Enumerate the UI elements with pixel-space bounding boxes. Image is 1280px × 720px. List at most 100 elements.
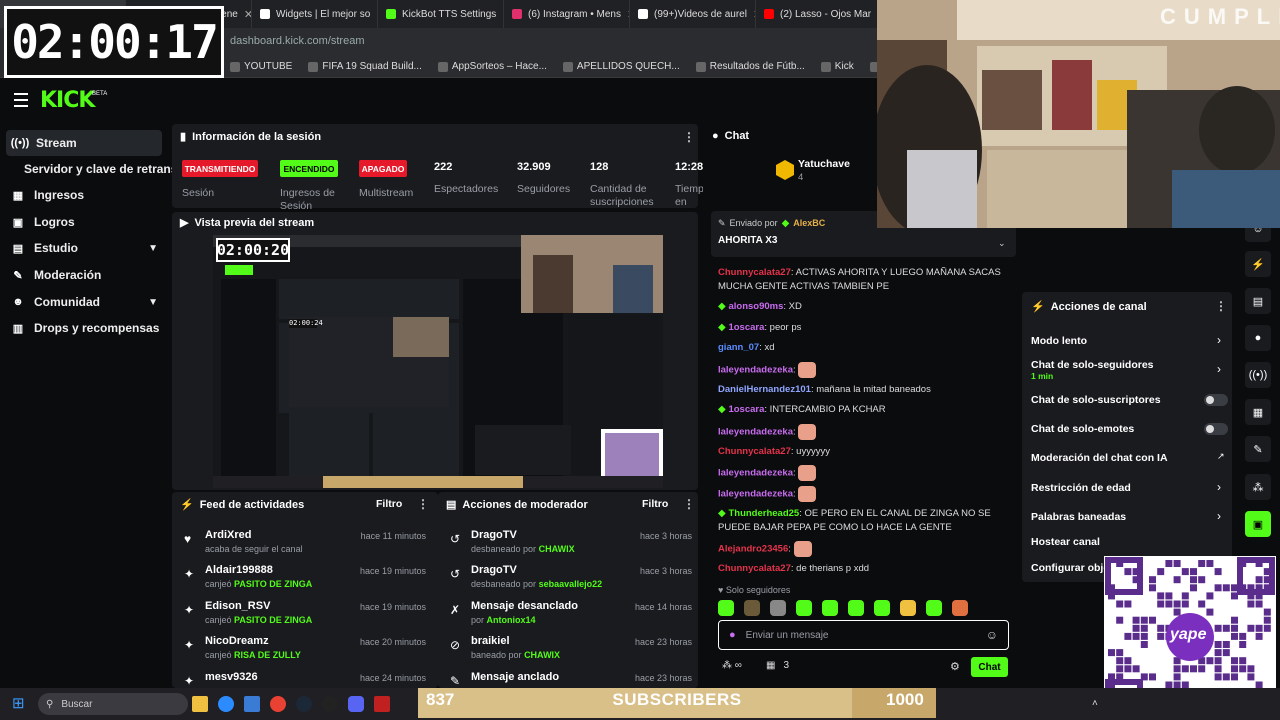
emote-icon[interactable] [718, 600, 734, 616]
channel-action-subs-only[interactable]: Chat de solo-suscriptores [1031, 394, 1227, 406]
chat-input[interactable]: ● Enviar un mensaje ☺ [718, 620, 1009, 650]
bolt-icon[interactable]: ⚡ [1245, 251, 1271, 277]
feed-user[interactable]: Aldair199888 [205, 564, 273, 576]
multistream-badge[interactable]: APAGADO [359, 160, 407, 177]
chat-message[interactable]: giann_07: xd [718, 341, 1008, 355]
chat-username[interactable]: DanielHernandez101 [718, 384, 811, 395]
taskbar-search[interactable]: ⚲ Buscar [38, 693, 188, 715]
mod-target[interactable]: braikiel [471, 635, 510, 647]
channel-action-host[interactable]: Hostear canal [1031, 536, 1227, 548]
channel-action-goals[interactable]: Configurar objet [1031, 562, 1106, 574]
app-icon[interactable]: ▣ [1245, 511, 1271, 537]
emote-icon[interactable] [900, 600, 916, 616]
gear-icon[interactable]: ⚙ [950, 660, 960, 673]
sidebar-item-ingresos[interactable]: ▦ Ingresos [0, 182, 172, 208]
emote-icon[interactable] [796, 600, 812, 616]
points-icon[interactable]: ⁂ ∞ [722, 660, 742, 671]
channel-action-ai-moderation[interactable]: Moderación del chat con IA [1031, 452, 1227, 464]
browser-tab[interactable]: (99+)Videos de aurel✕ [630, 0, 756, 28]
external-link-icon[interactable]: ↗ [1217, 451, 1225, 462]
chat-username[interactable]: Chunnycalata27 [718, 446, 791, 457]
chevron-right-icon[interactable]: › [1217, 333, 1221, 347]
feed-user[interactable]: NicoDreamz [205, 635, 269, 647]
stream-preview-video[interactable]: 02:00:20 02:00:24 [213, 235, 663, 488]
emotes-only-toggle[interactable] [1204, 423, 1228, 435]
chevron-right-icon[interactable]: › [1217, 480, 1221, 494]
chat-message[interactable]: ◆ 1oscara: INTERCAMBIO PA KCHAR [718, 403, 1008, 417]
top-gifter-name[interactable]: Yatuchave [798, 158, 850, 170]
chat-bubble-icon[interactable]: ● [1245, 325, 1271, 351]
bookmark-item[interactable]: APELLIDOS QUECH... [562, 61, 680, 72]
mod-target[interactable]: Mensaje anclado [471, 671, 559, 683]
chat-message[interactable]: ◆ Thunderhead25: OE PERO EN EL CANAL DE … [718, 507, 1008, 535]
steam-icon[interactable] [296, 696, 312, 712]
chat-username[interactable]: Alejandro23456 [718, 544, 788, 555]
chat-message[interactable]: ◆ 1oscara: peor ps [718, 321, 1008, 335]
more-options-icon[interactable]: ⋮ [417, 497, 429, 511]
chrome-icon[interactable] [270, 696, 286, 712]
browser-tab[interactable]: (2) Lasso - Ojos Mar✕ [756, 0, 882, 28]
chat-message[interactable]: laleyendadezeka: [718, 465, 1008, 481]
chat-message[interactable]: Chunnycalata27: uyyyyyy [718, 445, 1008, 459]
chat-username[interactable]: 1oscara [728, 404, 764, 415]
bookmark-item[interactable]: Kick [820, 61, 854, 72]
hamburger-menu-icon[interactable] [14, 93, 28, 107]
sidebar-item-stream[interactable]: ((•)) Stream [6, 130, 162, 156]
browser-tab[interactable]: KickBot TTS Settings✕ [378, 0, 504, 28]
emote-icon[interactable] [770, 600, 786, 616]
channel-action-followers-only[interactable]: Chat de solo-seguidores [1031, 359, 1227, 371]
sidebar-item-logros[interactable]: ▣ Logros [0, 209, 172, 235]
community-icon[interactable]: ⁂ [1245, 474, 1271, 500]
chevron-up-icon[interactable]: ˄ [1092, 698, 1098, 709]
windows-start-icon[interactable]: ⊞ [12, 696, 28, 712]
chevron-down-icon[interactable]: ⌄ [998, 238, 1006, 249]
chevron-right-icon[interactable]: › [1217, 509, 1221, 523]
chat-message[interactable]: Alejandro23456: [718, 541, 1008, 557]
chat-message[interactable]: DanielHernandez101: mañana la mitad bane… [718, 383, 1008, 397]
chat-username[interactable]: Thunderhead25 [728, 508, 799, 519]
bookmark-item[interactable]: FIFA 19 Squad Build... [308, 61, 422, 72]
feed-user[interactable]: mesv9326 [205, 671, 258, 683]
emoji-icon[interactable]: ☺ [986, 628, 998, 642]
emote-icon[interactable] [848, 600, 864, 616]
feed-user[interactable]: ArdiXred [205, 529, 251, 541]
sidebar-item-server-key[interactable]: Servidor y clave de retransmi [0, 156, 191, 182]
chat-message[interactable]: laleyendadezeka: [718, 486, 1008, 502]
bookmark-item[interactable]: AppSorteos – Hace... [437, 61, 547, 72]
document-icon[interactable]: ▤ [1245, 288, 1271, 314]
sidebar-item-moderacion[interactable]: ✎ Moderación [0, 262, 172, 288]
channel-action-age-restriction[interactable]: Restricción de edad [1031, 482, 1227, 494]
chat-message[interactable]: ◆ alonso90ms: XD [718, 300, 1008, 314]
address-bar-url[interactable]: dashboard.kick.com/stream [230, 35, 365, 47]
chat-message[interactable]: laleyendadezeka: [718, 424, 1008, 440]
sidebar-item-estudio[interactable]: ▤ Estudio ▼ [0, 235, 172, 261]
channel-action-emotes-only[interactable]: Chat de solo-emotes [1031, 423, 1227, 435]
more-options-icon[interactable]: ⋮ [1215, 299, 1227, 313]
chat-username[interactable]: laleyendadezeka [718, 489, 793, 500]
mod-target[interactable]: Mensaje desanclado [471, 600, 578, 612]
mod-actions-filter[interactable]: Filtro [642, 498, 668, 510]
chat-username[interactable]: laleyendadezeka [718, 427, 793, 438]
mod-target[interactable]: DragoTV [471, 564, 517, 576]
chat-send-button[interactable]: Chat [971, 657, 1008, 677]
bookmark-item[interactable]: Resultados de Fútb... [695, 61, 805, 72]
browser-tab[interactable]: Widgets | El mejor so✕ [252, 0, 378, 28]
channel-action-banned-words[interactable]: Palabras baneadas [1031, 511, 1227, 523]
chat-message[interactable]: laleyendadezeka: [718, 362, 1008, 378]
wrench-icon[interactable]: ✎ [1245, 436, 1271, 462]
storage-icon[interactable]: ▦ [1245, 399, 1271, 425]
activity-feed-filter[interactable]: Filtro [376, 498, 402, 510]
chat-username[interactable]: alonso90ms [728, 301, 783, 312]
chat-message[interactable]: Chunnycalata27: de therians p xdd [718, 562, 1008, 576]
subs-only-toggle[interactable] [1204, 394, 1228, 406]
more-options-icon[interactable]: ⋮ [683, 130, 695, 144]
app-icon[interactable] [374, 696, 390, 712]
chat-username[interactable]: Chunnycalata27 [718, 267, 791, 278]
file-explorer-icon[interactable] [192, 696, 208, 712]
sidebar-item-comunidad[interactable]: ☻ Comunidad ▼ [0, 289, 172, 315]
emote-icon[interactable] [822, 600, 838, 616]
chat-username[interactable]: giann_07 [718, 342, 759, 353]
kick-logo[interactable]: KICK [40, 88, 95, 113]
close-icon[interactable]: ✕ [244, 8, 251, 21]
emote-icon[interactable] [874, 600, 890, 616]
